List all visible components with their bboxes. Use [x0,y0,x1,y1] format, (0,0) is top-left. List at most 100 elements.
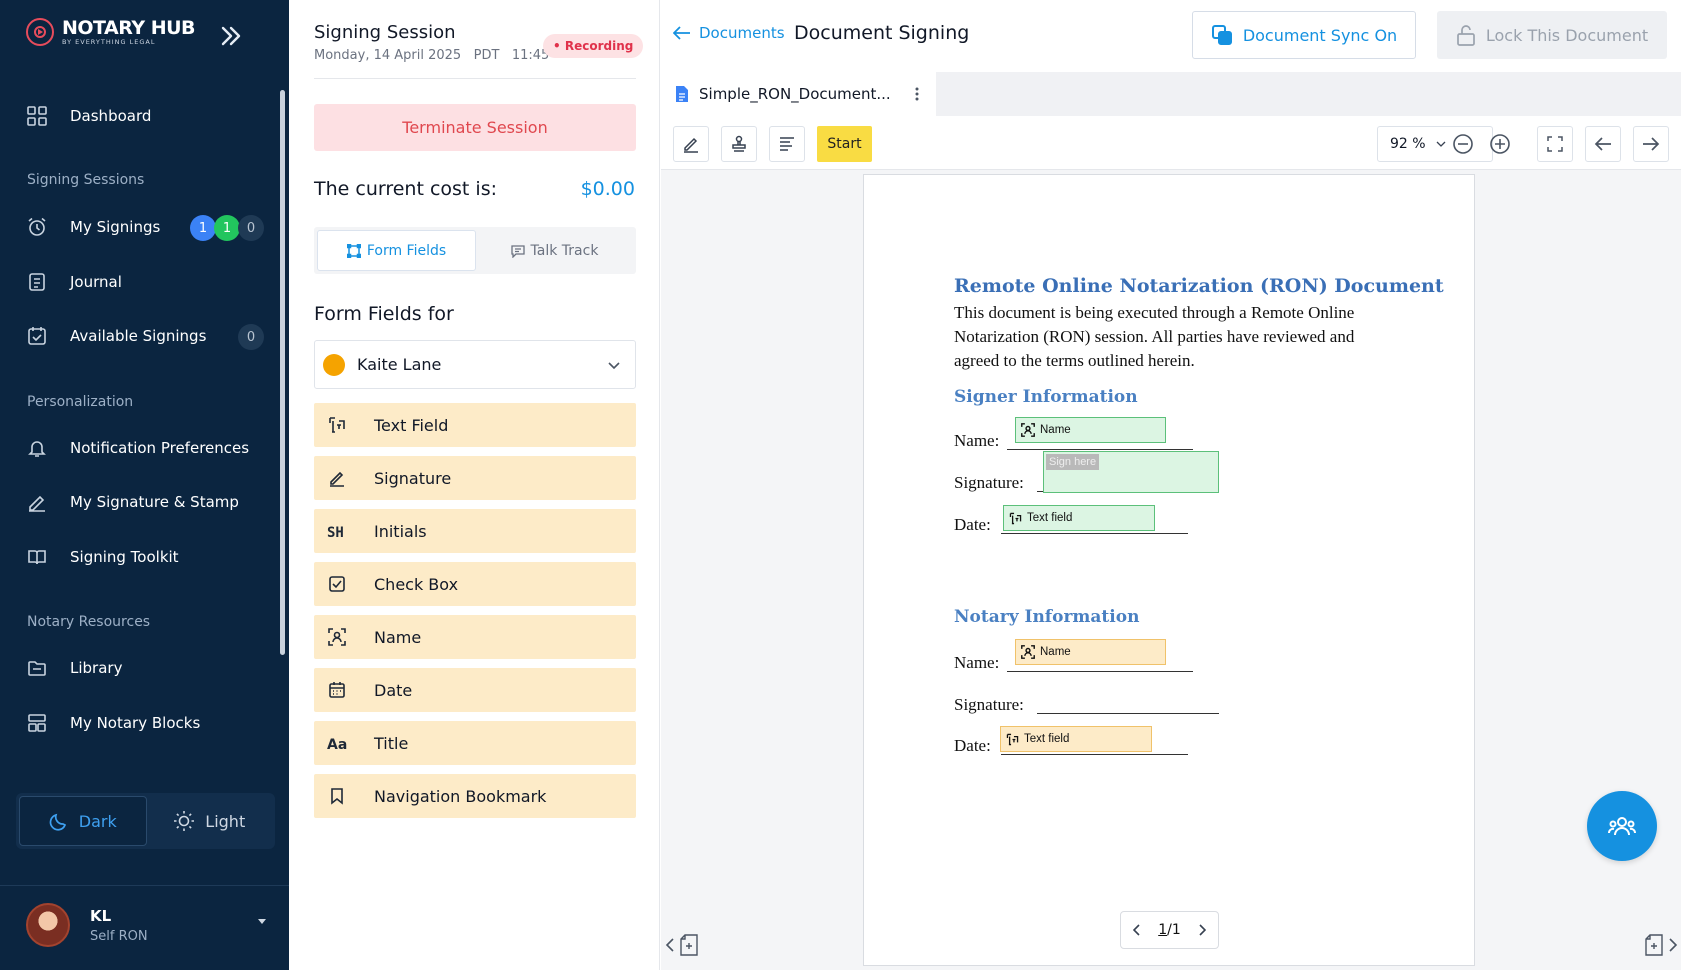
field-label: Text Field [374,415,449,435]
sidebar-item-journal[interactable]: Journal [26,266,264,298]
document-page: Remote Online Notarization (RON) Documen… [863,174,1475,966]
arrow-right-icon [1643,137,1660,151]
back-to-documents-link[interactable]: Documents [673,24,785,42]
document-body-text: This document is being executed through … [954,303,1355,370]
field-navigation-bookmark[interactable]: Navigation Bookmark [314,774,636,818]
field-signature[interactable]: Signature [314,456,636,500]
zoom-out-icon[interactable] [1452,133,1474,155]
field-check-box[interactable]: Check Box [314,562,636,606]
tab-label: Talk Track [530,242,599,259]
count-badge: 1 [214,215,240,241]
calendar-icon [326,679,348,701]
sidebar-item-label: My Signature & Stamp [70,493,239,511]
notary-date-field[interactable]: Text field [1000,726,1152,752]
session-timezone: PDT [473,48,500,63]
pen-icon [684,137,698,153]
more-vertical-icon[interactable] [914,84,920,104]
underline [1001,533,1188,534]
tab-talk-track[interactable]: Talk Track [476,230,633,271]
user-role: Self RON [90,928,148,944]
stamp-tool-button[interactable] [721,126,757,162]
field-title[interactable]: Aa Title [314,721,636,765]
start-button[interactable]: Start [817,126,872,162]
sidebar-item-signature-stamp[interactable]: My Signature & Stamp [26,486,264,518]
section-personalization: Personalization [27,394,134,410]
folder-icon [26,657,48,679]
field-name[interactable]: Name [314,615,636,659]
signer-date-label: Date: [954,515,991,534]
file-tab[interactable]: Simple_RON_Document... [661,72,936,116]
prev-document-button[interactable] [665,933,699,957]
brand-tagline: BY EVERYTHING LEGAL [62,37,156,46]
current-page[interactable]: 1 [1158,922,1167,938]
document-sync-button[interactable]: Document Sync On [1192,11,1416,59]
dark-theme-button[interactable]: Dark [19,796,147,846]
zoom-in-icon[interactable] [1489,133,1511,155]
sidebar-item-notary-blocks[interactable]: My Notary Blocks [26,707,264,739]
collapse-sidebar-icon[interactable] [218,24,244,48]
text-field-icon [1009,512,1022,524]
light-theme-label: Light [205,811,246,831]
sidebar: NOTARY HUB BY EVERYTHING LEGAL Dashboard… [0,0,289,970]
sign-here-label: Sign here [1046,454,1100,470]
stamp-icon [732,135,746,152]
cost-label: The current cost is: [314,178,497,200]
next-document-button[interactable] [1644,933,1678,957]
pen-tool-button[interactable] [673,126,709,162]
count-badge: 0 [238,215,264,241]
fullscreen-button[interactable] [1537,126,1573,162]
signer-signature-field[interactable]: Sign here [1043,451,1219,493]
field-initials[interactable]: SH Initials [314,509,636,553]
text-field-icon [326,414,348,436]
notary-name-field[interactable]: Name [1015,639,1166,665]
sidebar-item-signing-toolkit[interactable]: Signing Toolkit [26,541,264,573]
terminate-session-button[interactable]: Terminate Session [314,104,636,151]
field-text-field[interactable]: Text Field [314,403,636,447]
sidebar-item-label: Signing Toolkit [70,548,179,566]
tab-form-fields[interactable]: Form Fields [317,230,476,271]
field-label: Name [374,627,422,647]
text-aa-icon: Aa [326,732,348,754]
form-fields-icon [346,243,361,258]
previous-button[interactable] [1585,126,1621,162]
sidebar-item-label: Available Signings [70,327,207,345]
arrow-left-icon [673,26,690,40]
sidebar-item-my-signings[interactable]: My Signings 1 1 0 [26,211,264,243]
session-date: Monday, 14 April 2025 [314,48,462,63]
signer-select[interactable]: Kaite Lane [314,340,636,389]
document-toolbar: Start 92 % [661,116,1681,170]
field-label: Initials [374,521,427,541]
sidebar-item-library[interactable]: Library [26,652,264,684]
signer-info-heading: Signer Information [954,387,1138,407]
count-badge: 1 [190,215,216,241]
chevron-left-icon[interactable] [1133,924,1141,936]
field-label: Check Box [374,574,459,594]
panel-tabs: Form Fields Talk Track [314,227,636,274]
signer-date-field[interactable]: Text field [1003,505,1155,531]
light-theme-button[interactable]: Light [147,796,273,846]
underline [1007,671,1193,672]
next-button[interactable] [1633,126,1669,162]
brand-logo[interactable]: NOTARY HUB BY EVERYTHING LEGAL [26,18,196,46]
sun-icon [174,811,195,831]
person-frame-icon [1021,645,1035,659]
chevron-right-icon[interactable] [1198,924,1206,936]
signer-name-field[interactable]: Name [1015,417,1166,443]
text-align-button[interactable] [769,126,805,162]
sidebar-item-dashboard[interactable]: Dashboard [26,100,264,132]
participants-fab-button[interactable] [1587,791,1657,861]
document-icon [676,86,688,102]
sidebar-item-notification-preferences[interactable]: Notification Preferences [26,432,264,464]
field-label: Signature [374,468,452,488]
journal-icon [26,271,48,293]
chat-icon [510,244,525,258]
zoom-select[interactable]: 92 % [1377,126,1493,162]
sidebar-scrollbar[interactable] [280,90,285,655]
user-menu[interactable]: KL Self RON [26,895,266,955]
field-date[interactable]: Date [314,668,636,712]
lock-document-button[interactable]: Lock This Document [1437,11,1667,59]
fullscreen-icon [1547,136,1563,152]
sidebar-item-available-signings[interactable]: Available Signings 0 [26,320,264,352]
signer-name: Kaite Lane [357,355,442,374]
initials-icon: SH [326,520,348,542]
